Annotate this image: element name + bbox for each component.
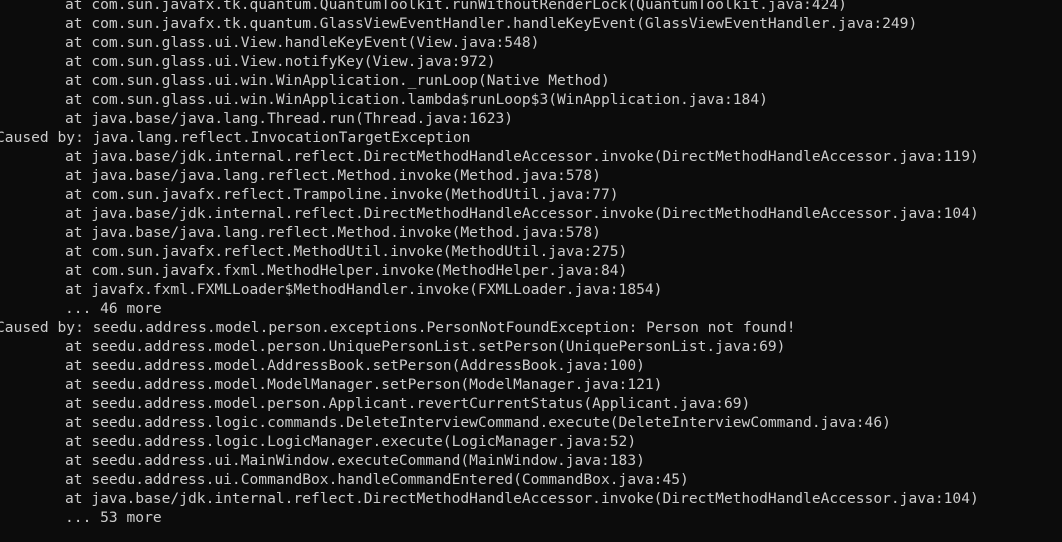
stack-frame-line: at com.sun.glass.ui.win.WinApplication._…	[65, 72, 610, 89]
stack-frame-line: at com.sun.javafx.reflect.Trampoline.inv…	[65, 186, 619, 203]
stack-frame-line: at com.sun.glass.ui.View.handleKeyEvent(…	[65, 34, 540, 51]
stack-frame-line: at seedu.address.model.AddressBook.setPe…	[65, 357, 645, 374]
caused-by-line: Caused by: java.lang.reflect.InvocationT…	[0, 129, 471, 146]
stack-frame-line: at seedu.address.ui.MainWindow.executeCo…	[65, 452, 645, 469]
terminal-window[interactable]: at com.sun.javafx.tk.quantum.QuantumTool…	[0, 0, 1062, 542]
stack-frame-line: at com.sun.javafx.tk.quantum.QuantumTool…	[65, 0, 847, 13]
console-output[interactable]: at com.sun.javafx.tk.quantum.QuantumTool…	[0, 0, 979, 527]
stack-frame-line: at seedu.address.ui.CommandBox.handleCom…	[65, 471, 689, 488]
stack-frame-line: at com.sun.javafx.tk.quantum.GlassViewEv…	[65, 15, 918, 32]
stack-frame-line: at com.sun.glass.ui.View.notifyKey(View.…	[65, 53, 496, 70]
stack-frame-line: at java.base/java.lang.Thread.run(Thread…	[65, 110, 514, 127]
caused-by-line: Caused by: seedu.address.model.person.ex…	[0, 319, 796, 336]
stack-frame-line: at com.sun.javafx.reflect.MethodUtil.inv…	[65, 243, 628, 260]
stack-frame-line: at seedu.address.model.person.Applicant.…	[65, 395, 751, 412]
stack-frame-line: at seedu.address.logic.LogicManager.exec…	[65, 433, 637, 450]
stack-frame-line: at seedu.address.model.ModelManager.setP…	[65, 376, 663, 393]
stack-frame-line: at com.sun.javafx.fxml.MethodHelper.invo…	[65, 262, 628, 279]
stack-frame-line: at java.base/jdk.internal.reflect.Direct…	[65, 205, 979, 222]
more-frames-line: ... 53 more	[65, 509, 162, 526]
stack-frame-line: at java.base/jdk.internal.reflect.Direct…	[65, 148, 979, 165]
more-frames-line: ... 46 more	[65, 300, 162, 317]
stack-frame-line: at seedu.address.model.person.UniquePers…	[65, 338, 786, 355]
stack-frame-line: at javafx.fxml.FXMLLoader$MethodHandler.…	[65, 281, 663, 298]
stack-frame-line: at java.base/jdk.internal.reflect.Direct…	[65, 490, 979, 507]
stack-frame-line: at java.base/java.lang.reflect.Method.in…	[65, 224, 601, 241]
stack-frame-line: at seedu.address.logic.commands.DeleteIn…	[65, 414, 891, 431]
stack-frame-line: at com.sun.glass.ui.win.WinApplication.l…	[65, 91, 768, 108]
stack-frame-line: at java.base/java.lang.reflect.Method.in…	[65, 167, 601, 184]
